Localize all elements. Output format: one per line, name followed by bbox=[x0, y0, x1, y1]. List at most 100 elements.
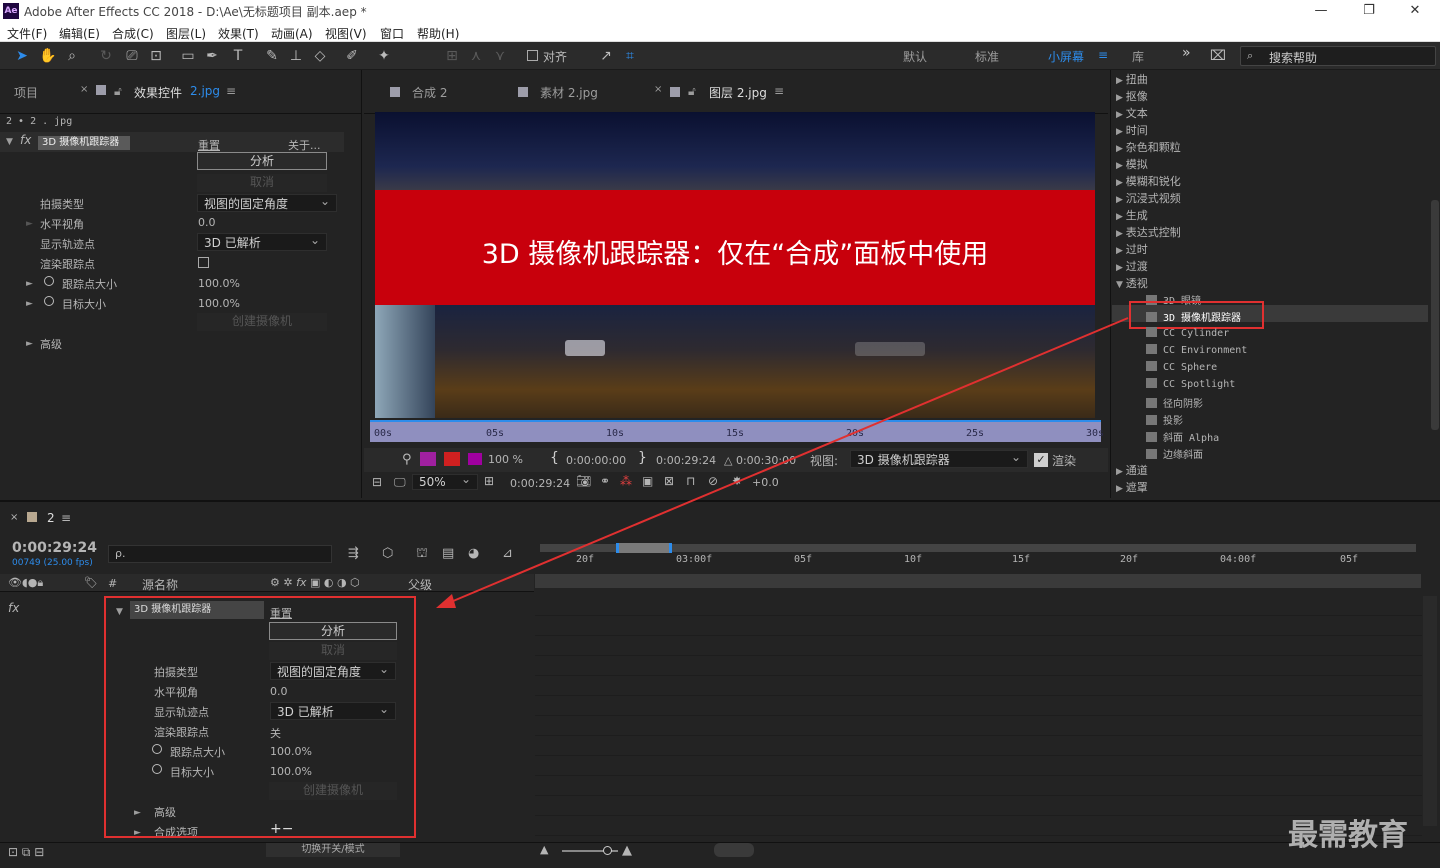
workspace-menu-icon[interactable]: ≡ bbox=[1098, 48, 1108, 62]
minimize-button[interactable]: — bbox=[1298, 1, 1344, 21]
layer-tab-lock-icon[interactable]: 🔓︎ bbox=[688, 84, 696, 99]
effect-category[interactable]: ▶ 生成 bbox=[1116, 207, 1148, 223]
effect-item[interactable]: 投影 bbox=[1146, 412, 1183, 427]
create-camera-button[interactable]: 创建摄像机 bbox=[197, 313, 327, 331]
snapshot-icon[interactable]: 📷︎ bbox=[576, 474, 591, 494]
cancel-button[interactable]: 取消 bbox=[197, 174, 327, 192]
fov-expand-toggle[interactable]: ► bbox=[26, 216, 33, 236]
world-axis-icon[interactable]: ⋏ bbox=[466, 46, 486, 66]
av-features-icons[interactable]: 👁︎◖●🔒︎ bbox=[8, 576, 43, 596]
opacity-value[interactable]: 100 % bbox=[488, 453, 523, 473]
timeline-menu-icon[interactable]: ≡ bbox=[61, 511, 71, 531]
tab-composition[interactable]: 合成 2 bbox=[412, 84, 447, 101]
menu-layer[interactable]: 图层(L) bbox=[166, 25, 206, 42]
maximize-button[interactable]: ❐ bbox=[1346, 1, 1392, 21]
menu-file[interactable]: 文件(F) bbox=[7, 25, 47, 42]
view-axis-icon[interactable]: ⋎ bbox=[490, 46, 510, 66]
label-column-icon[interactable]: 🏷︎ bbox=[84, 576, 98, 596]
workspace-default[interactable]: 默认 bbox=[903, 48, 927, 65]
crop-icon[interactable]: ⊓ bbox=[686, 474, 695, 494]
out-point-time[interactable]: 0:00:29:24 bbox=[656, 454, 716, 474]
zoom-select[interactable]: 50% bbox=[412, 472, 478, 490]
target-size-expand-toggle[interactable]: ► bbox=[26, 296, 33, 316]
lock-icon[interactable]: 🔓︎ bbox=[114, 84, 122, 99]
close-button[interactable]: ✕ bbox=[1392, 1, 1438, 21]
effect-category[interactable]: ▶ 扭曲 bbox=[1116, 71, 1148, 87]
show-snapshot-icon[interactable]: ⚭ bbox=[600, 474, 610, 494]
pen-tool-icon[interactable]: ✒ bbox=[202, 46, 222, 66]
effect-name[interactable]: 3D 摄像机跟踪器 bbox=[38, 136, 130, 150]
menu-effect[interactable]: 效果(T) bbox=[218, 25, 259, 42]
parent-column-header[interactable]: 父级 bbox=[408, 576, 432, 596]
current-time-display[interactable]: 0:00:29:24 bbox=[510, 477, 570, 497]
brush-tool-icon[interactable]: ✎ bbox=[262, 46, 282, 66]
rectangle-tool-icon[interactable]: ▭ bbox=[178, 46, 198, 66]
menu-view[interactable]: 视图(V) bbox=[325, 25, 367, 42]
render-checkbox[interactable]: ✓ bbox=[1034, 453, 1048, 467]
reset-exposure-icon[interactable]: ⊘ bbox=[708, 474, 718, 494]
tab-layer[interactable]: 图层 2.jpg bbox=[709, 84, 767, 101]
effect-item[interactable]: 径向阴影 bbox=[1146, 395, 1203, 410]
effect-item[interactable]: CC Sphere bbox=[1146, 361, 1217, 373]
layer-switches-icon[interactable]: ⊡ ⧉ ⊟ bbox=[8, 845, 44, 865]
menu-edit[interactable]: 编辑(E) bbox=[59, 25, 100, 42]
hand-tool-icon[interactable]: ✋ bbox=[38, 46, 58, 66]
snap-expand-icon[interactable]: ↗ bbox=[596, 46, 616, 66]
color-label-red[interactable] bbox=[444, 452, 460, 466]
out-point-icon[interactable]: } bbox=[638, 450, 647, 470]
tab-footage[interactable]: 素材 2.jpg bbox=[540, 84, 598, 101]
switches-column-icons[interactable]: ⚙ ✲ fx ▣ ◐ ◑ ⬡ bbox=[270, 576, 360, 596]
shy-layers-icon[interactable]: ⛫ bbox=[416, 546, 428, 566]
type-tool-icon[interactable]: T bbox=[228, 46, 248, 66]
timeline-comp-tab[interactable]: 2 bbox=[47, 511, 55, 531]
camera-tool-icon[interactable]: ⎚ bbox=[122, 46, 142, 66]
effect-category[interactable]: ▶ 过时 bbox=[1116, 241, 1148, 257]
workspace-library[interactable]: 库 bbox=[1132, 48, 1144, 65]
motion-blur-icon[interactable]: ◕ bbox=[468, 546, 479, 566]
eraser-tool-icon[interactable]: ◇ bbox=[310, 46, 330, 66]
effect-item[interactable]: 斜面 Alpha bbox=[1146, 429, 1219, 444]
toggle-switches-modes-button[interactable]: 切换开关/模式 bbox=[266, 843, 400, 857]
exposure-value[interactable]: +0.0 bbox=[752, 476, 779, 496]
tab-project[interactable]: 项目 bbox=[14, 84, 38, 101]
snap-checkbox[interactable] bbox=[527, 50, 538, 61]
frame-blending-icon[interactable]: ▤ bbox=[442, 546, 454, 566]
help-search-input[interactable]: ⌕ 搜索帮助 bbox=[1240, 46, 1436, 66]
menu-composition[interactable]: 合成(C) bbox=[112, 25, 154, 42]
in-point-time[interactable]: 0:00:00:00 bbox=[566, 454, 626, 474]
zoom-in-icon[interactable]: ▲ bbox=[622, 843, 632, 863]
effect-category[interactable]: ▶ 时间 bbox=[1116, 122, 1148, 138]
effect-expand-toggle[interactable]: ▼ bbox=[6, 134, 13, 154]
monitor-icon[interactable]: 🖵︎ bbox=[394, 475, 406, 495]
effects-scrollbar[interactable] bbox=[1431, 200, 1439, 430]
time-navigator[interactable] bbox=[535, 574, 1421, 588]
effect-category[interactable]: ▶ 遮罩 bbox=[1116, 479, 1148, 495]
timeline-horizontal-scrollbar[interactable] bbox=[714, 843, 754, 857]
effect-item[interactable]: CC Environment bbox=[1146, 344, 1247, 356]
puppet-tool-icon[interactable]: ✦ bbox=[374, 46, 394, 66]
workspace-overflow-icon[interactable]: » bbox=[1182, 45, 1191, 61]
tab-effect-controls-target[interactable]: 2.jpg bbox=[190, 84, 220, 98]
panel-menu-icon[interactable]: ≡ bbox=[226, 84, 236, 98]
zoom-out-icon[interactable]: ▲ bbox=[540, 843, 548, 863]
effect-category[interactable]: ▶ 过渡 bbox=[1116, 258, 1148, 274]
workspace-switch-icon[interactable]: ⌧ bbox=[1208, 46, 1228, 66]
zoom-tool-icon[interactable]: ⌕ bbox=[62, 46, 82, 66]
draft-3d-icon[interactable]: ⬡ bbox=[382, 546, 393, 566]
region-of-interest-icon[interactable]: ▣ bbox=[642, 474, 653, 494]
workspace-standard[interactable]: 标准 bbox=[975, 48, 999, 65]
view-select[interactable]: 3D 摄像机跟踪器 bbox=[850, 448, 1028, 468]
channels-icon[interactable]: ⁂ bbox=[620, 474, 632, 494]
workspace-small-screen[interactable]: 小屏幕 bbox=[1048, 48, 1084, 65]
effect-category[interactable]: ▶ 模糊和锐化 bbox=[1116, 173, 1181, 189]
advanced-expand-toggle[interactable]: ► bbox=[26, 336, 33, 356]
fx-toggle[interactable]: fx bbox=[20, 133, 31, 153]
motion-tracker-icon[interactable]: ⚲ bbox=[402, 452, 412, 472]
viewer-menu-icon[interactable]: ≡ bbox=[774, 84, 784, 98]
menu-window[interactable]: 窗口 bbox=[380, 25, 404, 42]
effect-item[interactable]: 边缘斜面 bbox=[1146, 446, 1203, 461]
effect-category-perspective[interactable]: ▼ 透视 bbox=[1116, 275, 1148, 291]
clone-stamp-tool-icon[interactable]: ⊥ bbox=[286, 46, 306, 66]
graph-editor-icon[interactable]: ⊿ bbox=[502, 546, 513, 566]
roto-brush-tool-icon[interactable]: ✐ bbox=[342, 46, 362, 66]
